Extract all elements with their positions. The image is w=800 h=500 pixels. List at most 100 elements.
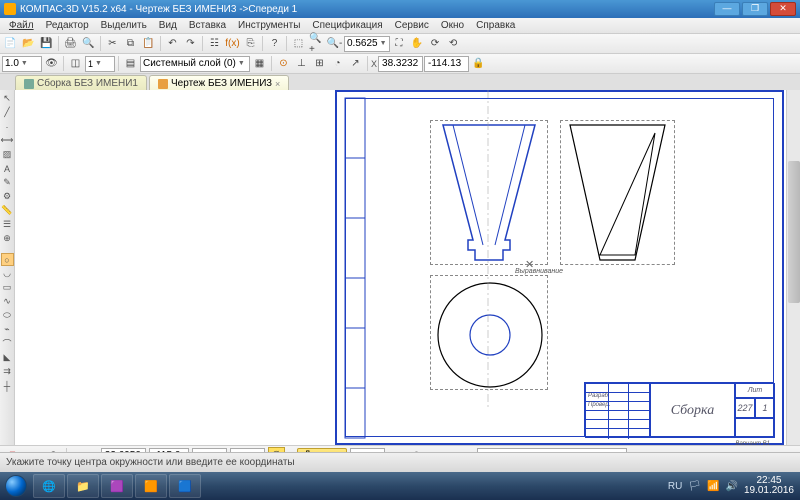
ellipse-tool-icon[interactable]: ⬭ [1,309,14,322]
start-button[interactable] [0,472,32,500]
view-icon[interactable]: 👁 [43,55,60,72]
taskbar-chrome-icon[interactable]: 🌐 [33,474,65,498]
chamfer-tool-icon[interactable]: ◣ [1,351,14,364]
tab-close-icon[interactable]: × [275,79,280,89]
zoom-out-icon[interactable]: 🔍- [326,35,343,52]
dim-tool-icon[interactable]: ⟷ [1,134,14,147]
insert-tool-icon[interactable]: ⊕ [1,232,14,245]
menu-tools[interactable]: Инструменты [233,19,305,32]
offset-tool-icon[interactable]: ⇉ [1,365,14,378]
scrollbar-thumb[interactable] [788,161,800,303]
cut-icon[interactable]: ✂ [104,35,121,52]
tray-network-icon[interactable]: 📶 [707,481,719,492]
menu-insert[interactable]: Вставка [184,19,231,32]
redo-icon[interactable]: ↷ [182,35,199,52]
spec-tool-icon[interactable]: ☰ [1,218,14,231]
pan-icon[interactable]: ✋ [409,35,426,52]
copy-props-icon[interactable]: ⎘ [242,35,259,52]
grid-icon[interactable]: ⊞ [311,55,328,72]
line-tool-icon[interactable]: ╱ [1,106,14,119]
menu-file[interactable]: Файл [4,19,39,32]
text-tool-icon[interactable]: A [1,162,14,175]
preview-icon[interactable]: 🔍 [80,35,97,52]
tray-flag-icon[interactable]: 🏳 [688,481,701,492]
zoom-combo[interactable]: 0.5625▼ [344,36,390,52]
taskbar-app1-icon[interactable]: 🟪 [101,474,133,498]
toolbar-main: 📄 📂 💾 🖨 🔍 ✂ ⧉ 📋 ↶ ↷ ☷ f(x) ⎘ ? ⬚ 🔍+ 🔍- 0… [0,34,800,54]
rect-tool-icon[interactable]: ▭ [1,281,14,294]
hatch-tool-icon[interactable]: ▨ [1,148,14,161]
measure-tool-icon[interactable]: 📏 [1,204,14,217]
circle-tool-icon[interactable]: ○ [1,253,14,266]
tray-sound-icon[interactable]: 🔊 [725,481,737,492]
new-icon[interactable]: 📄 [2,35,19,52]
layers-combo[interactable]: Системный слой (0)▼ [140,56,250,72]
align-label: Выравнивание [515,268,563,275]
windows-orb-icon [5,475,27,497]
open-icon[interactable]: 📂 [20,35,37,52]
title-block: Разраб. Провер. Сборка Лит 227 1 [584,382,774,437]
spline-tool-icon[interactable]: ∿ [1,295,14,308]
zoom-window-icon[interactable]: ⬚ [290,35,307,52]
edit-tool-icon[interactable]: ✎ [1,176,14,189]
select-tool-icon[interactable]: ↖ [1,92,14,105]
help-icon[interactable]: ? [266,35,283,52]
work-area: ↖ ╱ · ⟷ ▨ A ✎ ⚙ 📏 ☰ ⊕ ○ ◡ ▭ ∿ ⬭ ⌁ ⌒ ◣ ⇉ … [0,90,800,445]
props-icon[interactable]: ☷ [206,35,223,52]
point-tool-icon[interactable]: · [1,120,14,133]
print-icon[interactable]: 🖨 [62,35,79,52]
rotate-icon[interactable]: ⟳ [427,35,444,52]
scale-combo[interactable]: 1.0▼ [2,56,42,72]
tab-assembly[interactable]: Сборка БЕЗ ИМЕНИ1 [15,75,147,91]
layer-mgr-icon[interactable]: ▦ [251,55,268,72]
menu-service[interactable]: Сервис [390,19,434,32]
local-cs-icon[interactable]: ↗ [347,55,364,72]
copy-icon[interactable]: ⧉ [122,35,139,52]
scrollbar-vertical[interactable] [786,90,800,445]
snap-icon[interactable]: ⊙ [275,55,292,72]
aux-tool-icon[interactable]: ┼ [1,379,14,392]
menu-help[interactable]: Справка [471,19,520,32]
arc-tool-icon[interactable]: ◡ [1,267,14,280]
close-button[interactable]: ✕ [770,2,796,16]
part-funnel-right [565,125,670,265]
maximize-button[interactable]: ❐ [742,2,768,16]
windows-taskbar: 🌐 📁 🟪 🟧 🟦 RU 🏳 📶 🔊 22:45 19.01.2016 [0,472,800,500]
paste-icon[interactable]: 📋 [140,35,157,52]
taskbar-app2-icon[interactable]: 🟦 [169,474,201,498]
toolbar-secondary: 1.0▼ 👁 ◫ 1▼ ▤ Системный слой (0)▼ ▦ ⊙ ⊥ … [0,54,800,74]
taskbar-explorer-icon[interactable]: 📁 [67,474,99,498]
undo-icon[interactable]: ↶ [164,35,181,52]
doc-icon [158,79,168,89]
zoom-fit-icon[interactable]: ⛶ [391,35,408,52]
vars-icon[interactable]: f(x) [224,35,241,52]
state-combo[interactable]: 1▼ [85,56,115,72]
status-bar: Укажите точку центра окружности или введ… [0,452,800,472]
round-icon[interactable]: ◔ [329,55,346,72]
polyline-tool-icon[interactable]: ⌁ [1,323,14,336]
coord-x-field[interactable]: 38.3232 [378,56,423,72]
param-tool-icon[interactable]: ⚙ [1,190,14,203]
menu-select[interactable]: Выделить [96,19,152,32]
taskbar-kompas-icon[interactable]: 🟧 [135,474,167,498]
menu-view[interactable]: Вид [154,19,182,32]
tab-drawing[interactable]: Чертеж БЕЗ ИМЕНИ3 × [149,75,289,91]
drawing-canvas[interactable]: Выравнивание ✕ Разраб. Провер. Сборка Ли… [15,90,800,445]
minimize-button[interactable]: — [714,2,740,16]
coord-y-field[interactable]: -114.13 [424,56,469,72]
menu-window[interactable]: Окно [436,19,469,32]
menu-editor[interactable]: Редактор [41,19,94,32]
tray-lang[interactable]: RU [668,481,682,492]
refresh-icon[interactable]: ⟲ [445,35,462,52]
zoom-in-icon[interactable]: 🔍+ [308,35,325,52]
axis-vertical [478,90,498,410]
save-icon[interactable]: 💾 [38,35,55,52]
ortho-icon[interactable]: ⊥ [293,55,310,72]
tray-clock[interactable]: 22:45 19.01.2016 [744,476,794,496]
window-titlebar: КОМПАС-3D V15.2 x64 - Чертеж БЕЗ ИМЕНИ3 … [0,0,800,18]
state1-icon[interactable]: ◫ [67,55,84,72]
layer-icon[interactable]: ▤ [122,55,139,72]
menu-spec[interactable]: Спецификация [307,19,387,32]
fillet-tool-icon[interactable]: ⌒ [1,337,14,350]
lock-coord-icon[interactable]: 🔒 [470,55,487,72]
